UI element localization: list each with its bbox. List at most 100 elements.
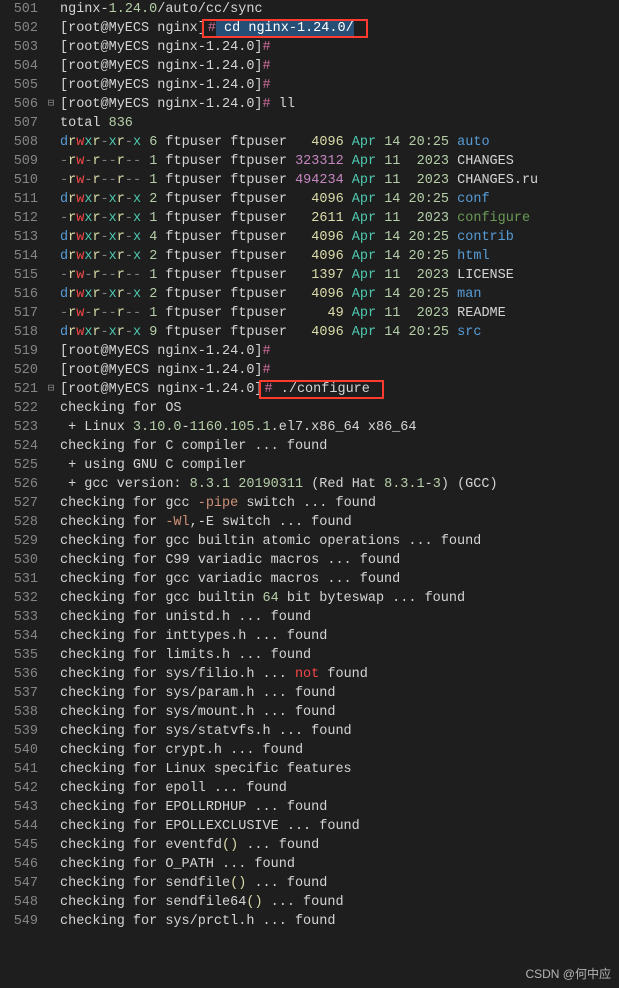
line-number[interactable]: 528 <box>4 513 38 532</box>
line-number[interactable]: 515 <box>4 266 38 285</box>
code-line[interactable]: total 836 <box>60 114 619 133</box>
line-number[interactable]: 542 <box>4 779 38 798</box>
fold-toggle[interactable] <box>44 0 58 19</box>
fold-toggle[interactable] <box>44 247 58 266</box>
code-line[interactable]: -rwxr-xr-x 1 ftpuser ftpuser 2611 Apr 11… <box>60 209 619 228</box>
fold-gutter[interactable]: ⊟⊟ <box>44 0 58 931</box>
line-number[interactable]: 508 <box>4 133 38 152</box>
fold-toggle[interactable] <box>44 760 58 779</box>
fold-toggle[interactable] <box>44 456 58 475</box>
line-number[interactable]: 512 <box>4 209 38 228</box>
fold-toggle[interactable] <box>44 551 58 570</box>
line-number[interactable]: 514 <box>4 247 38 266</box>
code-line[interactable]: checking for gcc -pipe switch ... found <box>60 494 619 513</box>
line-number[interactable]: 530 <box>4 551 38 570</box>
fold-toggle[interactable] <box>44 532 58 551</box>
fold-toggle[interactable] <box>44 209 58 228</box>
code-line[interactable]: -rw-r--r-- 1 ftpuser ftpuser 1397 Apr 11… <box>60 266 619 285</box>
code-line[interactable]: checking for sys/statvfs.h ... found <box>60 722 619 741</box>
fold-toggle[interactable] <box>44 741 58 760</box>
line-number[interactable]: 502 <box>4 19 38 38</box>
fold-toggle[interactable] <box>44 855 58 874</box>
fold-toggle[interactable] <box>44 323 58 342</box>
line-number[interactable]: 516 <box>4 285 38 304</box>
fold-toggle[interactable] <box>44 114 58 133</box>
fold-toggle[interactable] <box>44 76 58 95</box>
code-line[interactable]: checking for OS <box>60 399 619 418</box>
line-number[interactable]: 547 <box>4 874 38 893</box>
fold-toggle[interactable] <box>44 874 58 893</box>
code-line[interactable]: drwxr-xr-x 6 ftpuser ftpuser 4096 Apr 14… <box>60 133 619 152</box>
fold-toggle[interactable] <box>44 285 58 304</box>
code-line[interactable]: checking for sys/filio.h ... not found <box>60 665 619 684</box>
line-number[interactable]: 535 <box>4 646 38 665</box>
code-line[interactable]: [root@MyECS nginx-1.24.0]# ll <box>60 95 619 114</box>
fold-toggle[interactable]: ⊟ <box>44 95 58 114</box>
line-number[interactable]: 517 <box>4 304 38 323</box>
code-line[interactable]: [root@MyECS nginx-1.24.0]# <box>60 361 619 380</box>
code-line[interactable]: checking for epoll ... found <box>60 779 619 798</box>
fold-toggle[interactable] <box>44 38 58 57</box>
code-line[interactable]: checking for Linux specific features <box>60 760 619 779</box>
line-number[interactable]: 507 <box>4 114 38 133</box>
code-line[interactable]: drwxr-xr-x 4 ftpuser ftpuser 4096 Apr 14… <box>60 228 619 247</box>
fold-toggle[interactable] <box>44 570 58 589</box>
code-line[interactable]: checking for inttypes.h ... found <box>60 627 619 646</box>
code-line[interactable]: drwxr-xr-x 9 ftpuser ftpuser 4096 Apr 14… <box>60 323 619 342</box>
line-number[interactable]: 538 <box>4 703 38 722</box>
line-number[interactable]: 504 <box>4 57 38 76</box>
fold-toggle[interactable] <box>44 228 58 247</box>
code-line[interactable]: checking for C99 variadic macros ... fou… <box>60 551 619 570</box>
code-line[interactable]: checking for crypt.h ... found <box>60 741 619 760</box>
code-line[interactable]: [root@MyECS nginx-1.24.0]# <box>60 76 619 95</box>
code-line[interactable]: checking for sendfile64() ... found <box>60 893 619 912</box>
line-number[interactable]: 510 <box>4 171 38 190</box>
fold-toggle[interactable] <box>44 779 58 798</box>
code-line[interactable]: nginx-1.24.0/auto/cc/sync <box>60 0 619 19</box>
code-line[interactable]: + using GNU C compiler <box>60 456 619 475</box>
fold-toggle[interactable] <box>44 817 58 836</box>
fold-toggle[interactable] <box>44 722 58 741</box>
line-number[interactable]: 544 <box>4 817 38 836</box>
line-number[interactable]: 523 <box>4 418 38 437</box>
code-line[interactable]: checking for C compiler ... found <box>60 437 619 456</box>
fold-toggle[interactable] <box>44 589 58 608</box>
code-line[interactable]: + Linux 3.10.0-1160.105.1.el7.x86_64 x86… <box>60 418 619 437</box>
code-editor[interactable]: 5015025035045055065075085095105115125135… <box>0 0 619 931</box>
line-number[interactable]: 527 <box>4 494 38 513</box>
line-number[interactable]: 521 <box>4 380 38 399</box>
fold-toggle[interactable] <box>44 171 58 190</box>
line-number[interactable]: 539 <box>4 722 38 741</box>
line-number[interactable]: 543 <box>4 798 38 817</box>
line-number[interactable]: 501 <box>4 0 38 19</box>
fold-toggle[interactable] <box>44 836 58 855</box>
code-line[interactable]: checking for gcc builtin atomic operatio… <box>60 532 619 551</box>
line-number[interactable]: 506 <box>4 95 38 114</box>
code-line[interactable]: checking for sys/param.h ... found <box>60 684 619 703</box>
fold-toggle[interactable] <box>44 399 58 418</box>
fold-toggle[interactable] <box>44 912 58 931</box>
code-line[interactable]: checking for unistd.h ... found <box>60 608 619 627</box>
code-line[interactable]: checking for limits.h ... found <box>60 646 619 665</box>
code-line[interactable]: [root@MyECS nginx-1.24.0]# <box>60 342 619 361</box>
code-line[interactable]: checking for gcc builtin 64 bit byteswap… <box>60 589 619 608</box>
line-number[interactable]: 524 <box>4 437 38 456</box>
fold-toggle[interactable] <box>44 342 58 361</box>
fold-toggle[interactable] <box>44 361 58 380</box>
fold-toggle[interactable] <box>44 190 58 209</box>
code-line[interactable]: checking for O_PATH ... found <box>60 855 619 874</box>
fold-toggle[interactable] <box>44 646 58 665</box>
line-number[interactable]: 503 <box>4 38 38 57</box>
line-number[interactable]: 541 <box>4 760 38 779</box>
code-line[interactable]: checking for sys/prctl.h ... found <box>60 912 619 931</box>
code-line[interactable]: checking for sys/mount.h ... found <box>60 703 619 722</box>
code-line[interactable]: [root@MyECS nginx-1.24.0]# <box>60 57 619 76</box>
code-line[interactable]: checking for sendfile() ... found <box>60 874 619 893</box>
code-area[interactable]: nginx-1.24.0/auto/cc/sync [root@MyECS ngi… <box>58 0 619 931</box>
fold-toggle[interactable] <box>44 665 58 684</box>
line-number[interactable]: 518 <box>4 323 38 342</box>
line-number[interactable]: 513 <box>4 228 38 247</box>
fold-toggle[interactable] <box>44 19 58 38</box>
code-line[interactable]: checking for EPOLLRDHUP ... found <box>60 798 619 817</box>
line-number[interactable]: 537 <box>4 684 38 703</box>
